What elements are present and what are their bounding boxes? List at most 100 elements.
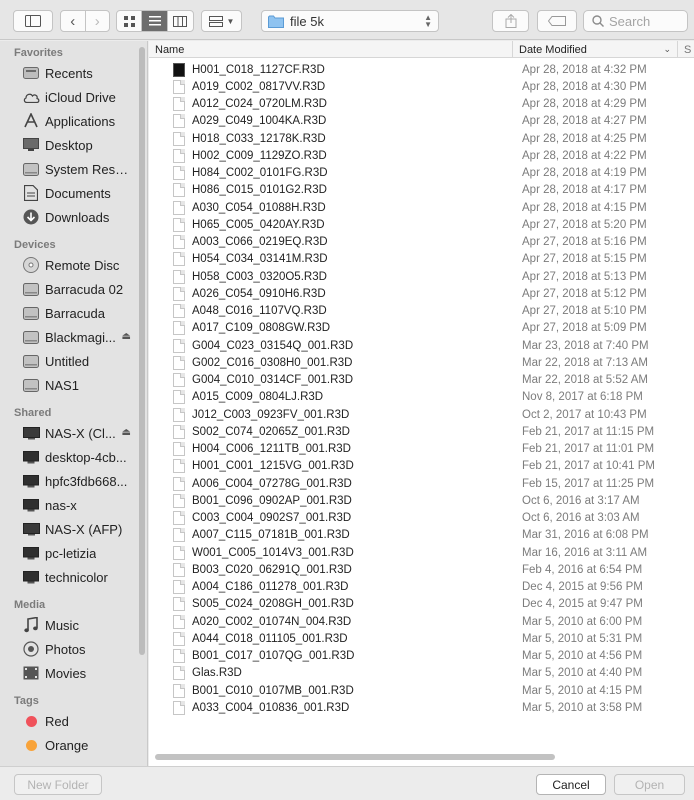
file-name: S005_C024_0208GH_001.R3D xyxy=(192,598,354,611)
search-input[interactable] xyxy=(609,13,679,29)
sidebar-item-barracuda-02[interactable]: Barracuda 02 xyxy=(0,277,147,301)
file-row[interactable]: Glas.R3D Mar 5, 2010 at 4:40 PM xyxy=(149,665,694,682)
sidebar-item-applications[interactable]: Applications xyxy=(0,109,147,133)
file-name-cell: H054_C034_03141M.R3D xyxy=(149,252,513,267)
date-column-header[interactable]: Date Modified ⌄ xyxy=(513,41,678,58)
sidebar-item-nas-x[interactable]: nas-x xyxy=(0,493,147,517)
column-view-button[interactable] xyxy=(168,11,193,31)
sidebar-item-orange[interactable]: Orange xyxy=(0,733,147,757)
file-row[interactable]: B001_C017_0107QG_001.R3D Mar 5, 2010 at 4… xyxy=(149,648,694,665)
sidebar-item-downloads[interactable]: Downloads xyxy=(0,205,147,229)
sidebar-item-nas-x-afp[interactable]: NAS-X (AFP) xyxy=(0,517,147,541)
eject-icon[interactable]: ⏏ xyxy=(122,331,131,342)
file-row[interactable]: B003_C020_06291Q_001.R3D Feb 4, 2016 at 6… xyxy=(149,561,694,578)
icon-view-button[interactable] xyxy=(117,11,143,31)
file-row[interactable]: A017_C109_0808GW.R3D Apr 27, 2018 at 5:09… xyxy=(149,320,694,337)
eject-icon[interactable]: ⏏ xyxy=(122,427,131,438)
file-row[interactable]: A006_C004_07278G_001.R3D Feb 15, 2017 at … xyxy=(149,475,694,492)
sidebar-scrollbar[interactable] xyxy=(139,47,145,655)
file-row[interactable]: C003_C004_0902S7_001.R3D Oct 6, 2016 at 3… xyxy=(149,510,694,527)
file-row[interactable]: H002_C009_1129ZO.R3D Apr 28, 2018 at 4:22… xyxy=(149,147,694,164)
file-row[interactable]: W001_C005_1014V3_001.R3D Mar 16, 2016 at … xyxy=(149,544,694,561)
file-row[interactable]: A048_C016_1107VQ.R3D Apr 27, 2018 at 5:10… xyxy=(149,303,694,320)
arrange-button[interactable]: ▼ xyxy=(201,10,242,32)
file-row[interactable]: H018_C033_12178K.R3D Apr 28, 2018 at 4:25… xyxy=(149,130,694,147)
path-popup[interactable]: file 5k ▲ ▼ xyxy=(261,10,439,32)
file-icon xyxy=(173,131,185,146)
file-row[interactable]: A030_C054_01088H.R3D Apr 28, 2018 at 4:15… xyxy=(149,199,694,216)
file-row[interactable]: S002_C074_02065Z_001.R3D Feb 21, 2017 at … xyxy=(149,423,694,440)
file-row[interactable]: A007_C115_07181B_001.R3D Mar 31, 2016 at … xyxy=(149,527,694,544)
file-name: A019_C002_0817VV.R3D xyxy=(192,80,326,93)
file-row[interactable]: A026_C054_0910H6.R3D Apr 27, 2018 at 5:12… xyxy=(149,285,694,302)
file-icon xyxy=(173,649,185,664)
file-row[interactable]: A044_C018_011105_001.R3D Mar 5, 2010 at 5… xyxy=(149,630,694,647)
file-row[interactable]: B001_C096_0902AP_001.R3D Oct 6, 2016 at 3… xyxy=(149,492,694,509)
file-row[interactable]: H054_C034_03141M.R3D Apr 27, 2018 at 5:15… xyxy=(149,251,694,268)
sidebar-item-documents[interactable]: Documents xyxy=(0,181,147,205)
sidebar-item-barracuda[interactable]: Barracuda xyxy=(0,301,147,325)
file-row[interactable]: G002_C016_0308H0_001.R3D Mar 22, 2018 at … xyxy=(149,354,694,371)
file-row[interactable]: A019_C002_0817VV.R3D Apr 28, 2018 at 4:30… xyxy=(149,78,694,95)
sidebar-item-system-reser[interactable]: System Reser... xyxy=(0,157,147,181)
file-row[interactable]: H001_C001_1215VG_001.R3D Feb 21, 2017 at … xyxy=(149,458,694,475)
horizontal-scrollbar[interactable] xyxy=(155,754,555,760)
file-row[interactable]: A004_C186_011278_001.R3D Dec 4, 2015 at 9… xyxy=(149,579,694,596)
file-date: Mar 5, 2010 at 6:00 PM xyxy=(522,615,643,628)
file-name: A006_C004_07278G_001.R3D xyxy=(192,477,352,490)
file-icon xyxy=(173,252,185,267)
sidebar-toggle-button[interactable] xyxy=(13,10,53,32)
file-row[interactable]: A003_C066_0219EQ.R3D Apr 27, 2018 at 5:16… xyxy=(149,234,694,251)
sidebar-item-desktop[interactable]: Desktop xyxy=(0,133,147,157)
file-row[interactable]: G004_C010_0314CF_001.R3D Mar 22, 2018 at … xyxy=(149,372,694,389)
sidebar-item-nas-x-cl[interactable]: NAS-X (Cl... ⏏ xyxy=(0,421,147,445)
file-row[interactable]: A012_C024_0720LM.R3D Apr 28, 2018 at 4:29… xyxy=(149,96,694,113)
list-view-button[interactable] xyxy=(142,11,168,31)
file-row[interactable]: H058_C003_0320O5.R3D Apr 27, 2018 at 5:13… xyxy=(149,268,694,285)
sidebar-item-technicolor[interactable]: technicolor xyxy=(0,565,147,589)
sidebar-item-label: Red xyxy=(45,713,69,729)
sidebar-item-remote-disc[interactable]: Remote Disc xyxy=(0,253,147,277)
sidebar-item-recents[interactable]: Recents xyxy=(0,61,147,85)
file-row[interactable]: B001_C010_0107MB_001.R3D Mar 5, 2010 at 4… xyxy=(149,682,694,699)
file-row[interactable]: S005_C024_0208GH_001.R3D Dec 4, 2015 at 9… xyxy=(149,596,694,613)
file-row[interactable]: J012_C003_0923FV_001.R3D Oct 2, 2017 at 1… xyxy=(149,406,694,423)
sidebar-item-movies[interactable]: Movies xyxy=(0,661,147,685)
file-date: Mar 5, 2010 at 5:31 PM xyxy=(522,632,643,645)
sidebar-item-nas1[interactable]: NAS1 xyxy=(0,373,147,397)
sidebar-item-photos[interactable]: Photos xyxy=(0,637,147,661)
tags-button[interactable] xyxy=(537,10,577,32)
sidebar-item-red[interactable]: Red xyxy=(0,709,147,733)
search-field[interactable] xyxy=(583,10,688,32)
sidebar-item-hpfc3fdb668[interactable]: hpfc3fdb668... xyxy=(0,469,147,493)
file-row[interactable]: H086_C015_0101G2.R3D Apr 28, 2018 at 4:17… xyxy=(149,182,694,199)
file-row[interactable]: H084_C002_0101FG.R3D Apr 28, 2018 at 4:19… xyxy=(149,165,694,182)
computer-icon xyxy=(22,472,40,490)
forward-button[interactable]: › xyxy=(86,11,110,31)
file-row[interactable]: H001_C018_1127CF.R3D Apr 28, 2018 at 4:32… xyxy=(149,61,694,78)
file-icon xyxy=(173,97,185,112)
file-name-cell: A003_C066_0219EQ.R3D xyxy=(149,235,513,250)
sidebar-item-untitled[interactable]: Untitled xyxy=(0,349,147,373)
file-row[interactable]: H004_C006_1211TB_001.R3D Feb 21, 2017 at … xyxy=(149,441,694,458)
file-row[interactable]: A033_C004_010836_001.R3D Mar 5, 2010 at 3… xyxy=(149,699,694,716)
file-row[interactable]: A020_C002_01074N_004.R3D Mar 5, 2010 at 6… xyxy=(149,613,694,630)
sidebar-item-icloud-drive[interactable]: iCloud Drive xyxy=(0,85,147,109)
sidebar-item-label: Untitled xyxy=(45,353,90,369)
file-icon xyxy=(173,321,185,336)
name-column-header[interactable]: Name xyxy=(149,41,513,58)
sidebar-item-pc-letizia[interactable]: pc-letizia xyxy=(0,541,147,565)
file-row[interactable]: G004_C023_03154Q_001.R3D Mar 23, 2018 at … xyxy=(149,337,694,354)
sidebar-item-desktop-4cb[interactable]: desktop-4cb... xyxy=(0,445,147,469)
sidebar-item-blackmagi[interactable]: Blackmagi... ⏏ xyxy=(0,325,147,349)
file-row[interactable]: A029_C049_1004KA.R3D Apr 28, 2018 at 4:27… xyxy=(149,113,694,130)
new-folder-button[interactable]: New Folder xyxy=(14,774,102,795)
size-column-header[interactable]: S xyxy=(678,41,694,58)
share-button[interactable] xyxy=(492,10,529,32)
sidebar-item-music[interactable]: Music xyxy=(0,613,147,637)
file-row[interactable]: A015_C009_0804LJ.R3D Nov 8, 2017 at 6:18 … xyxy=(149,389,694,406)
cancel-button[interactable]: Cancel xyxy=(536,774,606,795)
open-button[interactable]: Open xyxy=(614,774,685,795)
file-row[interactable]: H065_C005_0420AY.R3D Apr 27, 2018 at 5:20… xyxy=(149,216,694,233)
back-button[interactable]: ‹ xyxy=(61,11,86,31)
